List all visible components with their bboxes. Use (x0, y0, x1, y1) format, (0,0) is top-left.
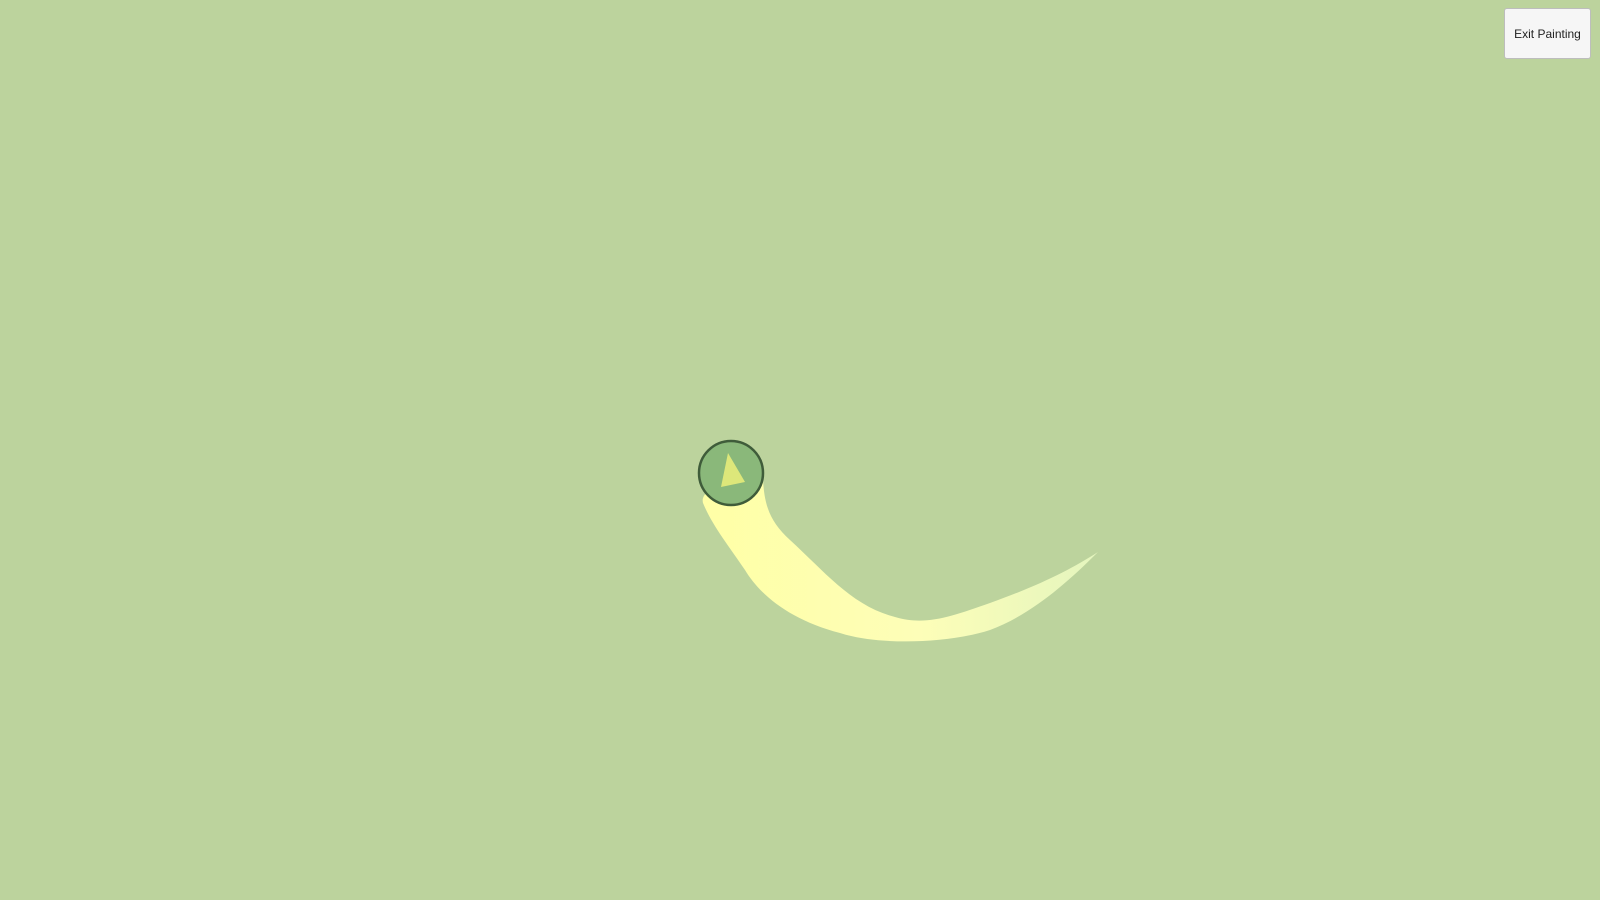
paint-stroke (702, 478, 1098, 642)
exit-painting-button[interactable]: Exit Painting (1504, 8, 1591, 59)
painting-canvas[interactable] (0, 0, 1600, 900)
brush-cursor-icon[interactable] (697, 439, 765, 507)
